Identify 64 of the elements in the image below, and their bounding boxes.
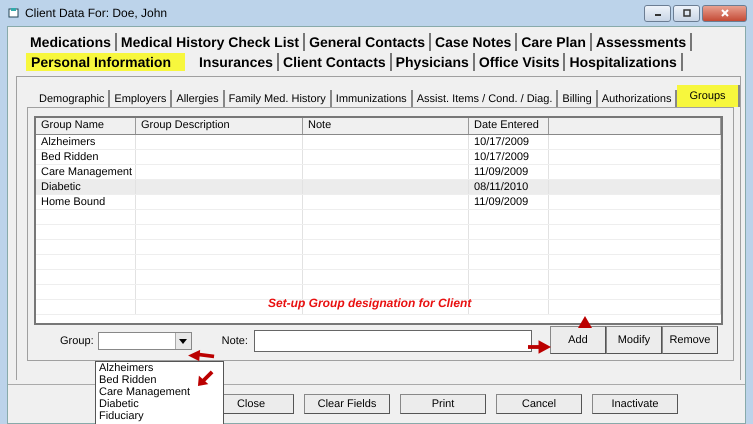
- window-title: Client Data For: Doe, John: [25, 6, 168, 20]
- column-header: Group Name: [36, 118, 136, 134]
- table-cell: 11/09/2009: [474, 166, 528, 178]
- main-tab[interactable]: Insurances: [195, 53, 279, 71]
- dropdown-option[interactable]: Alzheimers: [99, 362, 223, 374]
- main-tab[interactable]: Assessments: [592, 33, 692, 51]
- table-cell: 10/17/2009: [474, 136, 530, 148]
- sub-tab[interactable]: Groups: [677, 85, 740, 107]
- note-field[interactable]: [254, 330, 532, 352]
- maximize-icon: [682, 9, 692, 17]
- annotation-text: Set-up Group designation for Client: [268, 296, 472, 310]
- table-cell: Bed Ridden: [41, 151, 98, 163]
- maximize-button[interactable]: [673, 4, 700, 22]
- main-tab[interactable]: Care Plan: [517, 33, 592, 51]
- minimize-button[interactable]: [644, 4, 671, 22]
- table-cell: 10/17/2009: [474, 151, 530, 163]
- main-tab[interactable]: Medical History Check List: [116, 33, 306, 51]
- action-button[interactable]: Add: [550, 326, 606, 354]
- main-tab[interactable]: General Contacts: [305, 33, 432, 51]
- footer-button[interactable]: Clear Fields: [304, 394, 390, 414]
- table-cell: Alzheimers: [41, 136, 96, 148]
- action-button[interactable]: Remove: [662, 326, 718, 354]
- dropdown-option[interactable]: Bed Ridden: [99, 374, 223, 386]
- sub-tab[interactable]: Assist. Items / Cond. / Diag.: [412, 90, 558, 107]
- caret-icon: [179, 338, 188, 344]
- table-cell: 08/11/2010: [474, 181, 528, 193]
- column-header: Group Description: [136, 118, 303, 134]
- main-tab[interactable]: Medications: [26, 33, 117, 51]
- sub-tab[interactable]: Immunizations: [332, 90, 413, 107]
- table-row[interactable]: Bed Ridden 10/17/2009: [36, 150, 721, 165]
- main-tab[interactable]: Case Notes: [431, 33, 518, 51]
- group-label: Group:: [60, 335, 94, 347]
- arrow-icon: [578, 316, 592, 328]
- table-cell: Home Bound: [41, 196, 106, 208]
- footer-button[interactable]: Cancel: [496, 394, 582, 414]
- main-tab[interactable]: Office Visits: [474, 53, 566, 71]
- main-tab[interactable]: Hospitalizations: [565, 53, 683, 71]
- sub-tab[interactable]: Allergies: [172, 90, 225, 107]
- main-tab[interactable]: Personal Information: [26, 53, 186, 71]
- table-cell: Care Management: [41, 166, 132, 178]
- sub-tab[interactable]: Billing: [558, 90, 598, 107]
- arrow-icon: [197, 370, 214, 387]
- footer-button[interactable]: Print: [400, 394, 486, 414]
- table-cell: Diabetic: [41, 181, 81, 193]
- table-row[interactable]: Diabetic 08/11/2010: [36, 180, 721, 195]
- column-header: Date Entered: [469, 118, 549, 134]
- close-icon: [720, 9, 730, 17]
- main-tab[interactable]: Client Contacts: [278, 53, 392, 71]
- main-tab[interactable]: Physicians: [392, 53, 475, 71]
- column-header: Note: [303, 118, 469, 134]
- app-icon: [8, 7, 20, 19]
- table-row[interactable]: Home Bound 11/09/2009: [36, 195, 721, 210]
- sub-tab[interactable]: Demographic: [35, 90, 110, 107]
- sub-tab[interactable]: Employers: [110, 90, 172, 107]
- arrow-icon: [188, 349, 216, 362]
- close-button[interactable]: [702, 4, 747, 22]
- action-button[interactable]: Modify: [606, 326, 662, 354]
- note-label: Note:: [222, 335, 248, 347]
- arrow-icon: [528, 340, 551, 354]
- group-dropdown[interactable]: [98, 332, 192, 350]
- footer-button[interactable]: Inactivate: [592, 394, 678, 414]
- sub-tab[interactable]: Family Med. History: [224, 90, 332, 107]
- table-row[interactable]: Alzheimers 10/17/2009: [36, 135, 721, 150]
- table-cell: 11/09/2009: [474, 196, 528, 208]
